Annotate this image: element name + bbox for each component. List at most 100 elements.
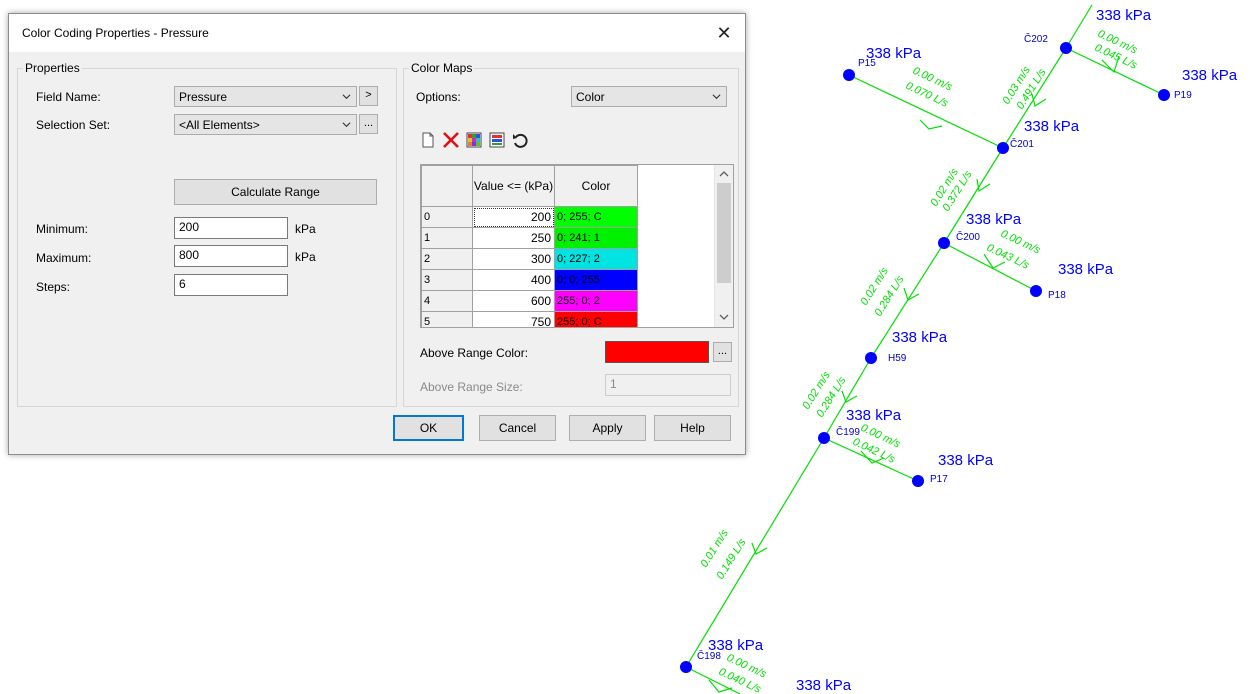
node-p18[interactable]	[1030, 285, 1042, 297]
node-c198[interactable]	[680, 661, 692, 673]
color-map-table[interactable]: Value <= (kPa) Color 0 200 0; 255; C 1 2…	[420, 164, 734, 328]
corner-cell	[421, 165, 473, 207]
selection-set-label: Selection Set:	[36, 118, 111, 132]
pressure-label: 338 kPa	[796, 677, 852, 694]
gradient-icon[interactable]	[487, 130, 507, 150]
node-p19[interactable]	[1158, 89, 1170, 101]
dialog-titlebar[interactable]: Color Coding Properties - Pressure ✕	[9, 14, 745, 52]
reset-icon[interactable]	[510, 130, 530, 150]
maximum-label: Maximum:	[36, 251, 92, 265]
table-row[interactable]: 1 250 0; 241; 1	[421, 227, 638, 249]
scroll-up-icon[interactable]	[718, 168, 730, 180]
scroll-thumb[interactable]	[717, 183, 731, 283]
above-range-size-label: Above Range Size:	[420, 380, 523, 394]
pipe-lines	[685, 4, 1165, 694]
node-id-label: Č202	[1024, 32, 1048, 45]
color-cell[interactable]: 255; 0; C	[554, 311, 638, 327]
pressure-label: 338 kPa	[938, 452, 994, 469]
table-row[interactable]: 5 750 255; 0; C	[421, 311, 638, 327]
column-header-color[interactable]: Color	[554, 165, 638, 207]
flow-arrow	[919, 119, 943, 130]
pressure-label: 338 kPa	[1024, 118, 1080, 135]
pressure-label: 338 kPa	[846, 407, 902, 424]
flow-arrow	[841, 390, 858, 403]
node-p15[interactable]	[843, 69, 855, 81]
node-id-label: H59	[888, 353, 907, 364]
chevron-down-icon	[342, 122, 351, 128]
steps-input[interactable]: 6	[174, 274, 288, 296]
color-cell[interactable]: 0; 255; C	[554, 206, 638, 228]
table-row[interactable]: 2 300 0; 227; 2	[421, 248, 638, 270]
chevron-down-icon	[712, 94, 721, 100]
node-id-label: P19	[1174, 90, 1192, 101]
pressure-label: 338 kPa	[892, 329, 948, 346]
node-id-label: Č200	[956, 230, 980, 243]
node-id-label: Č199	[836, 425, 860, 438]
node-c200[interactable]	[938, 237, 950, 249]
value-cell[interactable]: 400	[472, 269, 555, 291]
apply-button[interactable]: Apply	[569, 415, 646, 441]
calculate-range-button[interactable]: Calculate Range	[174, 179, 377, 205]
color-cell[interactable]: 0; 241; 1	[554, 227, 638, 249]
row-index: 2	[421, 248, 473, 270]
field-name-select[interactable]: Pressure	[174, 86, 357, 107]
new-icon[interactable]	[418, 130, 438, 150]
selection-set-select[interactable]: <All Elements>	[174, 114, 357, 135]
selection-set-value: <All Elements>	[179, 118, 260, 132]
color-grid-icon[interactable]	[464, 130, 484, 150]
pressure-labels: 338 kPa 338 kPa 338 kPa 338 kPa 338 kPa …	[708, 7, 1238, 694]
node-c201[interactable]	[997, 142, 1009, 154]
color-cell[interactable]: 255; 0; 2	[554, 290, 638, 312]
maximum-input[interactable]: 800	[174, 245, 288, 267]
scroll-down-icon[interactable]	[718, 311, 730, 323]
value-cell[interactable]: 250	[472, 227, 555, 249]
options-select[interactable]: Color	[571, 86, 727, 107]
color-maps-group-title: Color Maps	[409, 61, 475, 75]
row-index: 3	[421, 269, 473, 291]
color-cell[interactable]: 0; 227; 2	[554, 248, 638, 270]
close-icon[interactable]: ✕	[711, 21, 737, 45]
value-cell[interactable]: 200	[472, 206, 555, 228]
table-scrollbar[interactable]	[714, 165, 733, 327]
pressure-label: 338 kPa	[708, 637, 764, 654]
above-range-color-button[interactable]: ...	[713, 342, 732, 362]
dialog-title: Color Coding Properties - Pressure	[22, 26, 209, 40]
node-p17[interactable]	[912, 475, 924, 487]
color-cell[interactable]: 0; 0; 255	[554, 269, 638, 291]
field-name-button[interactable]: >	[359, 86, 378, 106]
color-coding-dialog: Color Coding Properties - Pressure ✕ Pro…	[8, 13, 746, 455]
value-cell[interactable]: 300	[472, 248, 555, 270]
above-range-color-label: Above Range Color:	[420, 346, 529, 360]
row-index: 0	[421, 206, 473, 228]
minimum-unit: kPa	[295, 222, 316, 236]
row-index: 1	[421, 227, 473, 249]
chevron-down-icon	[342, 94, 351, 100]
cancel-button[interactable]: Cancel	[479, 415, 556, 441]
node-c199[interactable]	[818, 432, 830, 444]
help-button[interactable]: Help	[654, 415, 731, 441]
pressure-label: 338 kPa	[1182, 67, 1238, 84]
selection-set-button[interactable]: ...	[359, 114, 378, 134]
above-range-color-swatch[interactable]	[605, 341, 709, 363]
value-cell[interactable]: 750	[472, 311, 555, 327]
maximum-unit: kPa	[295, 250, 316, 264]
steps-label: Steps:	[36, 280, 71, 294]
node-h59[interactable]	[865, 352, 877, 364]
node-ids: P15 Č202 P19 Č201 Č200 P18 H59 Č199 P17 …	[697, 32, 1192, 662]
above-range-size-input: 1	[605, 374, 731, 396]
column-header-value[interactable]: Value <= (kPa)	[472, 165, 555, 207]
value-cell[interactable]: 600	[472, 290, 555, 312]
pressure-label: 338 kPa	[866, 45, 922, 62]
table-row[interactable]: 3 400 0; 0; 255	[421, 269, 638, 291]
junction-nodes	[680, 42, 1170, 673]
row-index: 5	[421, 311, 473, 327]
ok-button[interactable]: OK	[393, 415, 464, 441]
minimum-input[interactable]: 200	[174, 217, 288, 239]
delete-icon[interactable]	[441, 130, 461, 150]
table-row[interactable]: 0 200 0; 255; C	[421, 206, 638, 228]
table-row[interactable]: 4 600 255; 0; 2	[421, 290, 638, 312]
pipe-p15-c201	[848, 74, 1004, 149]
node-id-label: P18	[1048, 290, 1066, 301]
pressure-label: 338 kPa	[1096, 7, 1152, 24]
node-c202[interactable]	[1060, 42, 1072, 54]
